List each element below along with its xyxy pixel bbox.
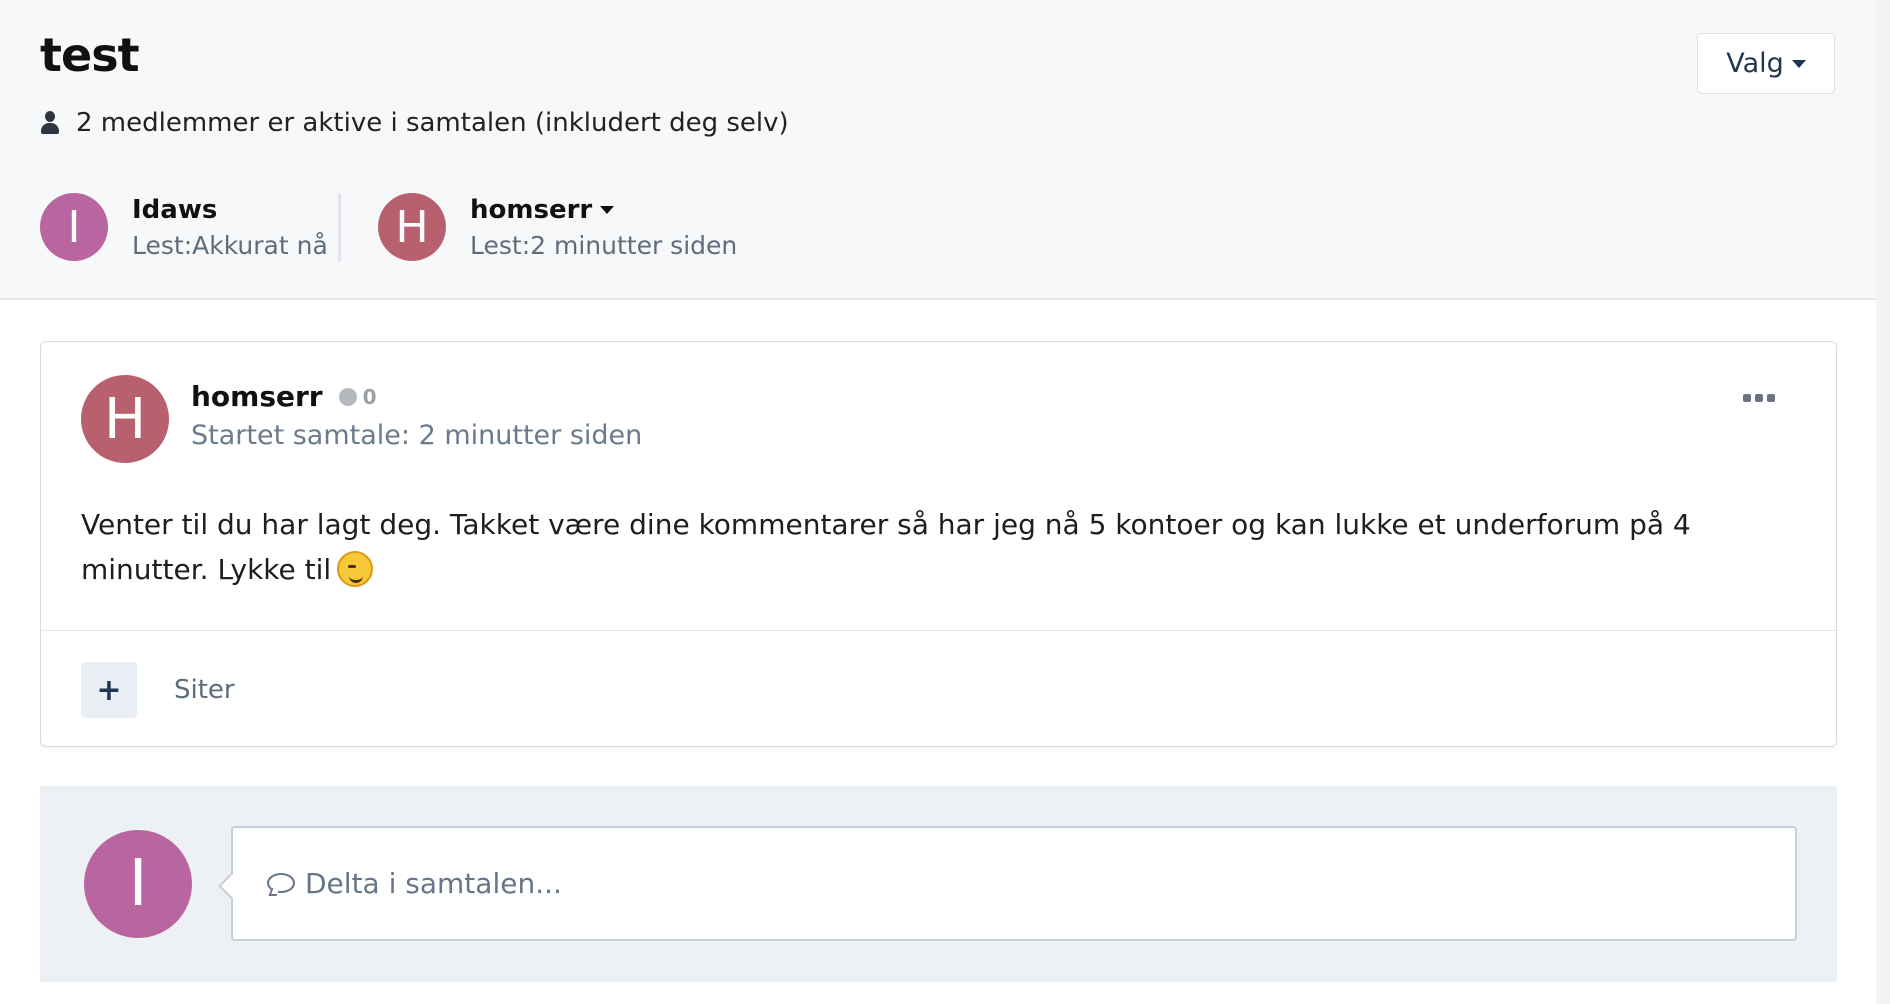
active-members-info: 2 medlemmer er aktive i samtalen (inklud… bbox=[40, 108, 789, 138]
reply-placeholder: Delta i samtalen... bbox=[305, 867, 562, 900]
reply-input[interactable]: Delta i samtalen... bbox=[231, 826, 1797, 941]
reply-pointer-inner bbox=[221, 874, 233, 898]
options-dropdown-button[interactable]: Valg bbox=[1697, 33, 1835, 94]
speech-bubble-icon bbox=[267, 872, 295, 896]
post-started-date: Startet samtale: 2 minutter siden bbox=[191, 420, 643, 451]
quote-link[interactable]: Siter bbox=[174, 675, 235, 705]
avatar[interactable]: H bbox=[81, 375, 169, 463]
post-author: homserr 0 bbox=[191, 380, 377, 413]
caret-down-icon bbox=[1791, 59, 1806, 68]
avatar: I bbox=[84, 830, 192, 938]
conversation-header: test Valg 2 medlemmer er aktive i samtal… bbox=[0, 0, 1876, 300]
reply-area: I Delta i samtalen... bbox=[40, 786, 1837, 982]
ellipsis-icon bbox=[1743, 394, 1751, 402]
post-text: Venter til du har lagt deg. Takket være … bbox=[81, 508, 1691, 586]
user-icon bbox=[40, 111, 60, 135]
post-body: Venter til du har lagt deg. Takket være … bbox=[81, 502, 1801, 592]
participant-name[interactable]: Idaws bbox=[132, 195, 328, 225]
participant-menu-button[interactable]: homserr bbox=[470, 195, 737, 225]
caret-down-icon bbox=[600, 205, 615, 214]
page-title: test bbox=[40, 28, 140, 82]
participant-name: homserr bbox=[470, 194, 593, 225]
participant-read-status: Lest:2 minutter siden bbox=[470, 230, 738, 260]
more-options-button[interactable] bbox=[1739, 390, 1779, 406]
author-name-link[interactable]: homserr bbox=[191, 380, 323, 413]
participant-divider bbox=[338, 193, 341, 261]
reputation-badge: 0 bbox=[338, 384, 377, 409]
participant-homserr: H homserr Lest:2 minutter siden bbox=[378, 193, 737, 261]
conversation-page: test Valg 2 medlemmer er aktive i samtal… bbox=[0, 0, 1876, 1004]
active-members-text: 2 medlemmer er aktive i samtalen (inklud… bbox=[76, 108, 789, 138]
plus-icon: + bbox=[96, 672, 122, 708]
reputation-dot-icon bbox=[338, 387, 357, 406]
reputation-count: 0 bbox=[362, 384, 377, 409]
divider bbox=[41, 630, 1836, 631]
avatar[interactable]: I bbox=[40, 193, 108, 261]
scrollbar[interactable] bbox=[1876, 0, 1890, 1004]
participant-idaws: I Idaws Lest:Akkurat nå bbox=[40, 193, 328, 261]
avatar[interactable]: H bbox=[378, 193, 446, 261]
add-quote-button[interactable]: + bbox=[81, 662, 137, 718]
message-post: H homserr 0 Startet samtale: 2 minutter … bbox=[40, 341, 1837, 747]
options-label: Valg bbox=[1726, 48, 1784, 79]
participant-read-status: Lest:Akkurat nå bbox=[132, 230, 328, 260]
wink-emoji-icon bbox=[337, 551, 374, 587]
